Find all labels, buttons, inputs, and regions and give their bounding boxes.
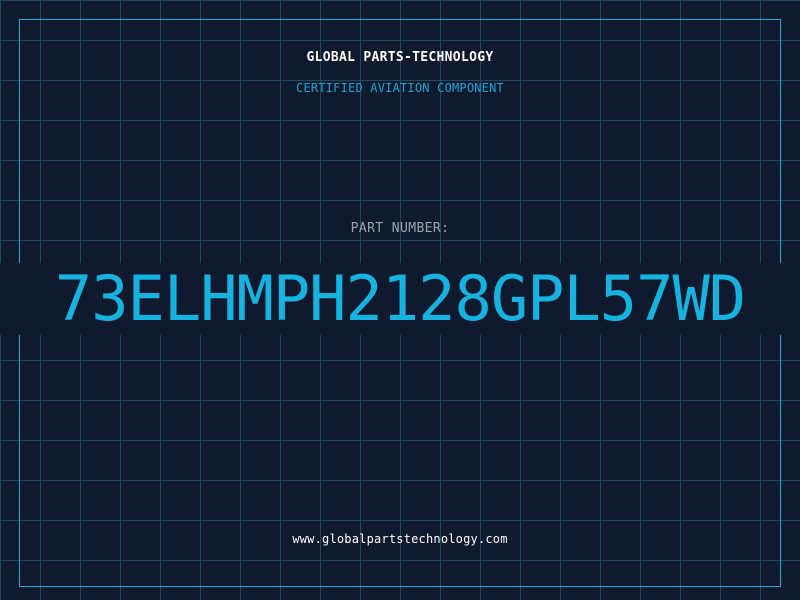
- part-number-value: 73ELHMPH2128GPL57WD: [54, 263, 746, 335]
- certification-tagline: CERTIFIED AVIATION COMPONENT: [296, 81, 504, 95]
- part-number-band: 73ELHMPH2128GPL57WD: [0, 263, 800, 335]
- part-number-label: PART NUMBER:: [350, 221, 450, 236]
- company-name: GLOBAL PARTS-TECHNOLOGY: [306, 50, 494, 65]
- website-url: www.globalpartstechnology.com: [292, 532, 508, 546]
